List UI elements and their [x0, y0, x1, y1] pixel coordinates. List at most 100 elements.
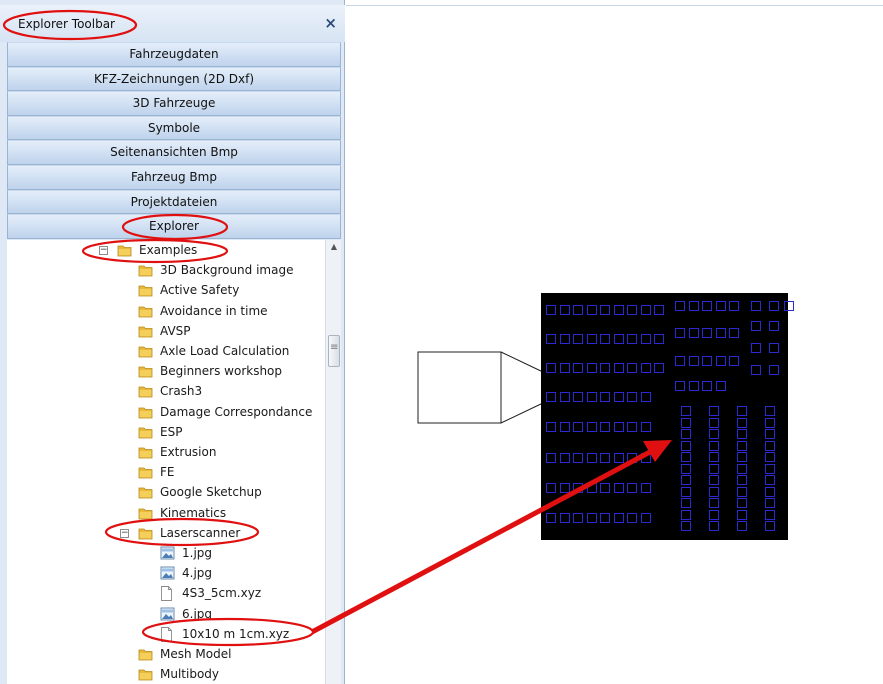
tree-folder-item[interactable]: Multibody: [7, 664, 325, 684]
point-marker: [681, 475, 691, 485]
tree-folder-item[interactable]: ESP: [7, 422, 325, 442]
point-marker: [586, 422, 597, 432]
tree-folder-item[interactable]: FE: [7, 462, 325, 482]
point-marker: [627, 483, 637, 493]
point-marker: [751, 321, 761, 331]
tree-folder-item[interactable]: Beginners workshop: [7, 361, 325, 381]
tree-folder-item[interactable]: Google Sketchup: [7, 482, 325, 502]
point-marker: [613, 453, 624, 463]
point-marker: [627, 305, 637, 315]
point-marker: [640, 334, 651, 344]
point-marker: [765, 486, 775, 497]
point-marker: [702, 301, 712, 311]
point-marker: [709, 452, 719, 462]
point-marker: [573, 483, 583, 493]
tree-item-label: 6.jpg: [182, 606, 213, 621]
section-symbole-button[interactable]: Symbole: [7, 115, 341, 141]
tree-folder-item[interactable]: AVSP: [7, 321, 325, 341]
tree-file-item[interactable]: 4S3_5cm.xyz: [7, 583, 325, 603]
tree-folder-item[interactable]: − Examples: [7, 240, 325, 260]
panel-title: Explorer Toolbar: [18, 17, 115, 31]
tree-folder-item[interactable]: Kinematics: [7, 503, 325, 523]
image-file-icon: [160, 566, 175, 580]
point-marker: [613, 392, 624, 402]
tree-file-item[interactable]: 4.jpg: [7, 563, 325, 583]
point-marker: [675, 381, 685, 391]
point-marker: [702, 356, 712, 366]
tree-file-item[interactable]: 1.jpg: [7, 543, 325, 563]
folder-icon: [138, 306, 153, 317]
point-marker: [627, 334, 637, 344]
tree-folder-item[interactable]: Axle Load Calculation: [7, 341, 325, 361]
point-marker: [586, 305, 597, 315]
tree-folder-item[interactable]: Crash3: [7, 381, 325, 401]
point-marker: [737, 406, 747, 416]
section-fahrzeugdaten-button[interactable]: Fahrzeugdaten: [7, 42, 341, 67]
section-seitenansichten-button[interactable]: Seitenansichten Bmp: [7, 140, 341, 165]
point-marker: [709, 406, 719, 416]
tree-folder-item[interactable]: 3D Background image: [7, 260, 325, 280]
section-projektdateien-button[interactable]: Projektdateien: [7, 189, 341, 215]
point-marker: [600, 334, 610, 344]
scroll-up-arrow-icon[interactable]: ▲: [326, 240, 342, 254]
point-marker: [613, 363, 624, 373]
close-icon[interactable]: ×: [324, 14, 337, 32]
folder-icon: [138, 669, 153, 681]
tree-file-item[interactable]: 6.jpg: [7, 604, 325, 624]
point-marker: [627, 363, 637, 373]
point-marker: [765, 509, 775, 520]
point-marker: [681, 509, 691, 520]
point-marker: [737, 521, 747, 531]
point-marker: [559, 305, 570, 315]
tree-item-label: Kinematics: [160, 505, 227, 520]
point-marker: [573, 422, 583, 432]
point-marker: [737, 475, 747, 485]
point-marker: [709, 475, 719, 485]
point-marker: [573, 392, 583, 402]
tree-scrollbar[interactable]: ▲: [325, 240, 341, 684]
tree-folder-item[interactable]: Extrusion: [7, 442, 325, 462]
collapse-toggle-icon[interactable]: −: [99, 246, 108, 255]
point-marker: [573, 513, 583, 523]
folder-icon: [138, 487, 153, 499]
point-marker: [546, 334, 556, 344]
section-explorer-button[interactable]: Explorer: [7, 214, 341, 239]
point-marker: [729, 301, 739, 311]
tree-folder-item[interactable]: − Laserscanner: [7, 523, 325, 543]
point-marker: [737, 498, 747, 508]
point-marker: [709, 417, 719, 428]
tree-folder-item[interactable]: Mesh Model: [7, 644, 325, 664]
point-marker: [600, 513, 610, 523]
point-marker: [715, 328, 726, 338]
tree-folder-item[interactable]: Avoidance in time: [7, 301, 325, 321]
point-marker: [702, 328, 712, 338]
point-marker: [600, 483, 610, 493]
point-marker: [613, 483, 624, 493]
tree-item-label: FE: [160, 465, 175, 480]
tree-item-label: 4S3_5cm.xyz: [182, 586, 262, 601]
point-marker: [737, 509, 747, 520]
point-marker: [586, 392, 597, 402]
point-marker: [546, 363, 556, 373]
image-file-icon: [160, 607, 175, 621]
point-marker: [737, 486, 747, 497]
point-marker: [546, 305, 556, 315]
point-marker: [586, 453, 597, 463]
panel-titlebar: Explorer Toolbar ×: [0, 5, 345, 42]
folder-icon: [138, 326, 153, 338]
section-3d-fahrzeuge-button[interactable]: 3D Fahrzeuge: [7, 91, 341, 116]
point-marker: [765, 406, 775, 416]
point-marker: [546, 422, 556, 432]
file-tree: − Examples 3D Background image Active Safet…: [7, 240, 325, 684]
point-marker: [640, 305, 651, 315]
tree-folder-item[interactable]: Active Safety: [7, 280, 325, 300]
point-marker: [765, 429, 775, 439]
section-kfz-zeichnungen-button[interactable]: KFZ-Zeichnungen (2D Dxf): [7, 66, 341, 92]
point-marker: [737, 452, 747, 462]
tree-file-item[interactable]: 10x10 m 1cm.xyz: [7, 624, 325, 644]
tree-folder-item[interactable]: Damage Correspondance: [7, 402, 325, 422]
scroll-thumb[interactable]: [328, 335, 340, 367]
section-fahrzeug-bmp-button[interactable]: Fahrzeug Bmp: [7, 164, 341, 190]
collapse-toggle-icon[interactable]: −: [120, 528, 129, 538]
point-marker: [573, 334, 583, 344]
